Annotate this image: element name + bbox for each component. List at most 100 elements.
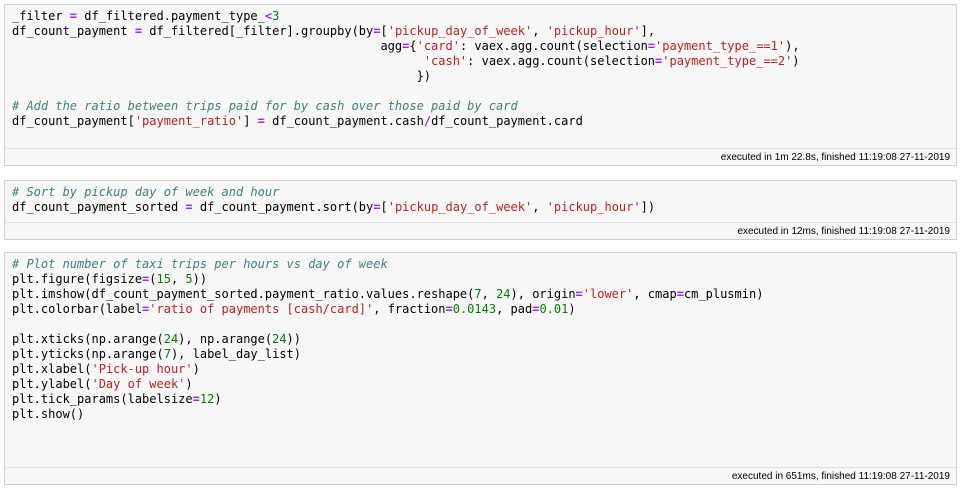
code-token: , [532,24,547,38]
code-line: _filter = df_filtered.payment_type_<3 [12,9,949,24]
code-line: df_count_payment = df_filtered[_filter].… [12,24,949,39]
code-token: 'Pick-up hour' [91,362,193,376]
code-token: 24 [163,332,179,346]
code-line: }) [12,69,949,84]
code-token: df_count_payment.sort(by [192,200,374,214]
code-token: agg [12,39,403,53]
code-token: df_filtered[_filter].groupby(by [142,24,374,38]
code-token: 'cash' [423,54,468,68]
code-editor[interactable]: _filter = df_filtered.payment_type_<3 df_… [5,5,956,129]
code-token: 'pickup_day_of_week' [387,200,533,214]
code-token: 7 [163,347,171,361]
code-line: plt.xticks(np.arange(24), np.arange(24)) [12,332,949,347]
code-token: : vaex.agg.count(selection [467,54,656,68]
code-token: 'payment_type_==2' [662,54,793,68]
code-token: plt.tick_params(labelsize [12,392,193,406]
code-line: plt.xlabel('Pick-up hour') [12,362,949,377]
code-token: # Add the ratio between trips paid for b… [12,99,518,113]
code-token: 12 [199,392,215,406]
code-token: = [134,24,143,38]
code-token: ]) [640,200,656,214]
code-token: df_count_payment.cash [264,114,424,128]
code-token: plt.imshow(df_count_payment_sorted.payme… [12,287,475,301]
code-token: 'pickup_hour' [546,24,641,38]
code-line: plt.show() [12,407,949,422]
code-token: df_count_payment.card [431,114,583,128]
code-token: ) [185,377,193,391]
code-editor[interactable]: # Sort by pickup day of week and hour df_… [5,181,956,215]
code-editor[interactable]: # Plot number of taxi trips per hours vs… [5,253,956,422]
code-token: = [676,287,684,301]
code-token: # Sort by pickup day of week and hour [12,185,280,199]
execution-status: executed in 1m 22.8s, finished 11:19:08 … [5,148,956,165]
code-token: ] [243,114,258,128]
code-token: = [575,287,583,301]
code-token: 'pickup_day_of_week' [387,24,533,38]
code-token: plt.xticks(np.arange( [12,332,164,346]
code-token: plt.yticks(np.arange( [12,347,164,361]
code-token: 15 [156,272,171,286]
code-token: 0.0143 [452,302,497,316]
code-line: plt.imshow(df_count_payment_sorted.payme… [12,287,949,302]
code-token: ( [149,272,157,286]
code-token: plt.ylabel( [12,377,92,391]
code-token: ), np.arange( [178,332,273,346]
code-token: = [185,200,193,214]
code-token: ) [192,362,200,376]
code-token: ) [792,54,800,68]
code-token: 'ratio of payments [cash/card]' [149,302,374,316]
code-token: # Plot number of taxi trips per hours vs… [12,257,388,271]
code-token: , cmap [633,287,677,301]
code-line: plt.tick_params(labelsize=12) [12,392,949,407]
code-token: 0.01 [539,302,569,316]
code-line: plt.figure(figsize=(15, 5)) [12,272,949,287]
code-token: , [532,200,547,214]
code-token: plt.colorbar(label [12,302,143,316]
code-cell-sort[interactable]: # Sort by pickup day of week and hour df_… [4,180,957,240]
code-line: # Sort by pickup day of week and hour [12,185,949,200]
code-token: , [170,272,186,286]
code-token: plt.xlabel( [12,362,92,376]
code-token: = [647,39,656,53]
code-token: : vaex.agg.count(selection [459,39,648,53]
code-token: 7 [474,287,482,301]
code-token: }) [12,69,432,83]
code-token: ], [640,24,656,38]
code-line: 'cash': vaex.agg.count(selection='paymen… [12,54,949,69]
code-token: ), origin [510,287,576,301]
code-cell-plot[interactable]: # Plot number of taxi trips per hours vs… [4,252,957,485]
code-token: = [257,114,265,128]
code-token: df_count_payment [12,24,135,38]
code-token: ), [785,39,800,53]
code-token: df_count_payment[ [12,114,135,128]
code-cell-groupby[interactable]: _filter = df_filtered.payment_type_<3 df_… [4,4,957,166]
code-token: = [445,302,453,316]
code-line: plt.colorbar(label = 'ratio of payments [c… [12,302,949,317]
code-token: )) [286,332,301,346]
code-token: 'payment_type_==1' [655,39,786,53]
code-token: { [409,39,417,53]
code-token: cm_plusmin) [683,287,764,301]
code-line: plt.yticks(np.arange(7), label_day_list) [12,347,949,362]
code-token: 'lower' [582,287,634,301]
execution-status: executed in 12ms, finished 11:19:08 27-1… [5,222,956,239]
code-line: # Add the ratio between trips paid for b… [12,99,949,114]
code-token: 5 [185,272,193,286]
code-token: plt.figure(figsize [12,272,143,286]
code-line: agg={'card': vaex.agg.count(selection='p… [12,39,949,54]
code-token: 24 [272,332,287,346]
code-line: # Plot number of taxi trips per hours vs… [12,257,949,272]
execution-status: executed in 651ms, finished 11:19:08 27-… [5,467,956,484]
code-line: df_count_payment_sorted = df_count_payme… [12,200,949,215]
code-token: [ [380,24,388,38]
code-token: , pad [496,302,533,316]
code-token: , [481,287,497,301]
code-token: ) [214,392,222,406]
code-token: 'payment_ratio' [134,114,244,128]
code-token: df_filtered.payment_type_ [77,9,265,23]
code-token: = [192,392,200,406]
code-token: )) [192,272,208,286]
